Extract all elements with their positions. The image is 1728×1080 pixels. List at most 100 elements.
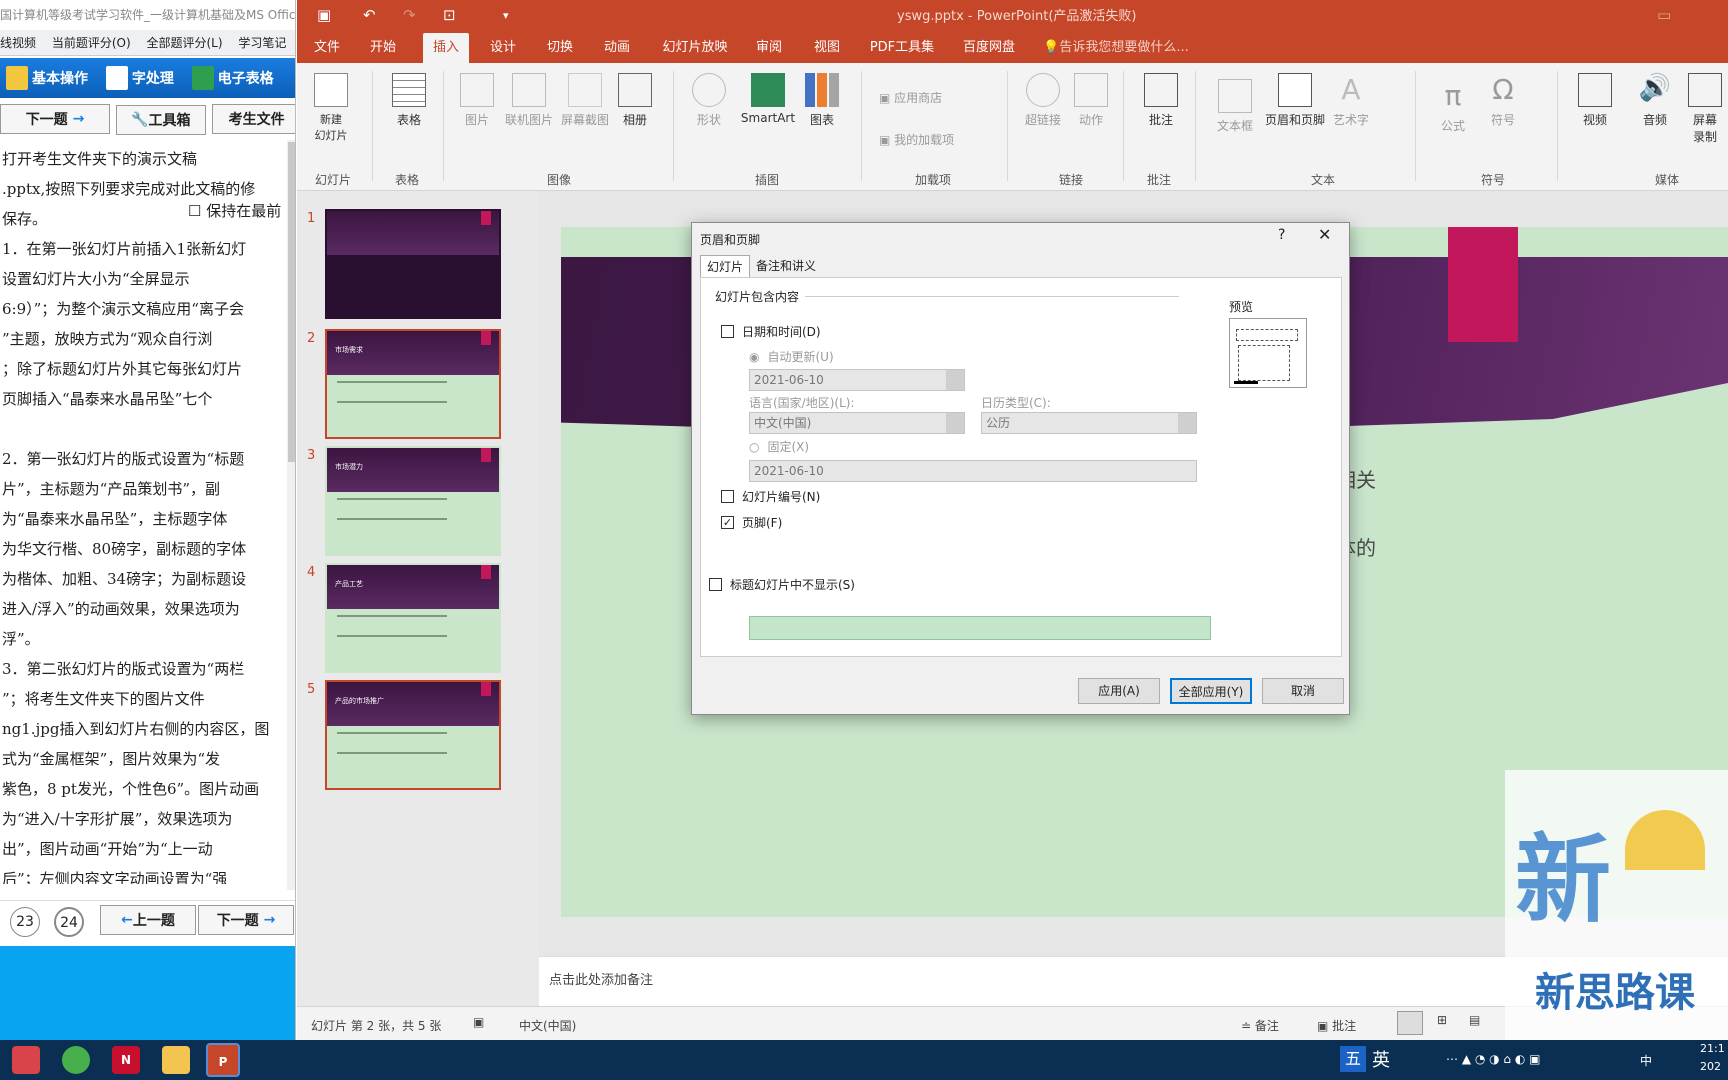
- sorter-view-icon[interactable]: ⊞: [1437, 1013, 1447, 1027]
- slide-thumbnail[interactable]: [325, 209, 501, 319]
- fixed-date-input[interactable]: 2021-06-10: [749, 460, 1197, 482]
- language-status[interactable]: 中文(中国): [519, 1017, 576, 1034]
- ime-english[interactable]: 英: [1372, 1046, 1390, 1072]
- store-button[interactable]: ▣ 应用商店: [879, 89, 969, 106]
- tell-me-search[interactable]: 💡告诉我您想要做什么...: [1041, 33, 1191, 63]
- tab-home[interactable]: 开始: [363, 33, 403, 63]
- textbox-button[interactable]: 文本框: [1213, 79, 1257, 134]
- close-icon[interactable]: ✕: [1318, 225, 1331, 244]
- question-scrollbar[interactable]: [287, 140, 295, 890]
- menu-video[interactable]: 线视频: [0, 36, 36, 50]
- prev-question-button[interactable]: ← 上一题: [100, 905, 196, 935]
- toolbox-button[interactable]: 🔧 工具箱: [115, 105, 206, 135]
- equation-button[interactable]: π 公式: [1433, 79, 1473, 134]
- auto-date-select[interactable]: 2021-06-10: [749, 369, 965, 391]
- ime-wubi[interactable]: 五: [1340, 1046, 1366, 1072]
- tab-transitions[interactable]: 切换: [540, 33, 580, 63]
- shapes-button[interactable]: 形状: [689, 73, 729, 128]
- help-icon[interactable]: ?: [1278, 227, 1285, 243]
- tab-insert[interactable]: 插入: [423, 33, 469, 63]
- new-slide-button[interactable]: 新建 幻灯片: [309, 73, 353, 143]
- datetime-checkbox[interactable]: 日期和时间(D): [721, 323, 821, 340]
- redo-icon[interactable]: ↷: [403, 6, 416, 24]
- fixed-radio[interactable]: ○ 固定(X): [749, 438, 809, 455]
- slide-number-checkbox[interactable]: 幻灯片编号(N): [721, 488, 820, 505]
- action-button[interactable]: 动作: [1071, 73, 1111, 128]
- tab-file[interactable]: 文件: [307, 33, 347, 63]
- scroll-thumb[interactable]: [288, 142, 295, 462]
- symbol-button[interactable]: Ω 符号: [1483, 73, 1523, 128]
- clock[interactable]: 21:1: [1700, 1042, 1725, 1055]
- screenshot-button[interactable]: 屏幕截图: [559, 73, 611, 128]
- ribbon-display-icon[interactable]: ▭: [1657, 6, 1671, 24]
- window-title: yswg.pptx - PowerPoint(产品激活失败): [897, 9, 1137, 24]
- footer-text-input[interactable]: [749, 616, 1211, 640]
- chart-button[interactable]: 图表: [802, 73, 842, 128]
- tab-excel[interactable]: 电子表格: [191, 58, 274, 98]
- apply-button[interactable]: 应用(A): [1078, 678, 1160, 704]
- present-icon[interactable]: ⊡: [443, 6, 456, 24]
- page-23[interactable]: 23: [10, 907, 40, 937]
- footer-checkbox[interactable]: ✓ 页脚(F): [721, 514, 782, 531]
- menu-score-current[interactable]: 当前题评分(O): [52, 36, 131, 50]
- folder-icon[interactable]: [162, 1046, 190, 1074]
- picture-button[interactable]: 图片: [457, 73, 497, 128]
- tab-word[interactable]: 字处理: [105, 58, 174, 98]
- browser-icon[interactable]: [62, 1046, 90, 1074]
- app-icon-red[interactable]: [12, 1046, 40, 1074]
- hide-title-checkbox[interactable]: 标题幻灯片中不显示(S): [709, 576, 855, 593]
- cancel-button[interactable]: 取消: [1262, 678, 1344, 704]
- tab-design[interactable]: 设计: [483, 33, 523, 63]
- normal-view-icon[interactable]: [1397, 1011, 1423, 1035]
- hyperlink-button[interactable]: 超链接: [1023, 73, 1063, 128]
- slide-thumbnail[interactable]: 产品的市场推广: [325, 680, 501, 790]
- tab-notes-handouts[interactable]: 备注和讲义: [750, 255, 822, 277]
- slide-thumbnail[interactable]: 产品工艺: [325, 563, 501, 673]
- tab-baidu[interactable]: 百度网盘: [961, 33, 1017, 63]
- page-24[interactable]: 24: [54, 907, 84, 937]
- menu-notes[interactable]: 学习笔记: [238, 36, 286, 50]
- audio-button[interactable]: 🔊 音频: [1635, 73, 1675, 128]
- tab-animations[interactable]: 动画: [597, 33, 637, 63]
- language-select[interactable]: 中文(中国): [749, 412, 965, 434]
- notes-toggle[interactable]: ≐ 备注: [1241, 1017, 1279, 1034]
- slide-thumbnail[interactable]: 市场需求: [325, 329, 501, 439]
- comment-button[interactable]: 批注: [1141, 73, 1181, 128]
- tab-slideshow[interactable]: 幻灯片放映: [662, 33, 728, 63]
- header-footer-button[interactable]: 页眉和页脚: [1263, 73, 1327, 128]
- wordart-button[interactable]: A 艺术字: [1331, 73, 1371, 128]
- tray-icons[interactable]: ⋯ ▲ ◔ ◑ ⌂ ◐ ▣: [1446, 1052, 1540, 1066]
- slide-thumbnail[interactable]: 市场潜力: [325, 446, 501, 556]
- calendar-select[interactable]: 公历: [981, 412, 1197, 434]
- customize-icon[interactable]: ▾: [503, 9, 509, 22]
- save-icon[interactable]: ▣: [317, 6, 331, 24]
- screen-record-button[interactable]: 屏幕 录制: [1685, 73, 1725, 145]
- video-button[interactable]: 视频: [1575, 73, 1615, 128]
- tab-review[interactable]: 审阅: [749, 33, 789, 63]
- album-button[interactable]: 相册: [615, 73, 655, 128]
- tab-view[interactable]: 视图: [807, 33, 847, 63]
- next-question-button[interactable]: 下一题 →: [0, 104, 110, 134]
- smartart-button[interactable]: SmartArt: [737, 73, 799, 125]
- auto-update-radio[interactable]: ◉ 自动更新(U): [749, 348, 834, 365]
- powerpoint-icon[interactable]: P: [206, 1043, 240, 1077]
- spelling-icon[interactable]: ▣: [473, 1015, 484, 1029]
- tab-slide[interactable]: 幻灯片: [700, 255, 751, 277]
- date[interactable]: 202: [1700, 1060, 1721, 1073]
- menu-score-all[interactable]: 全部题评分(L): [146, 36, 222, 50]
- group-illustrations: 插图: [755, 173, 780, 187]
- comments-toggle[interactable]: ▣ 批注: [1317, 1017, 1356, 1034]
- next-question-button-bottom[interactable]: 下一题 →: [198, 905, 294, 935]
- keep-on-top-checkbox[interactable]: ☐ 保持在最前: [188, 200, 282, 221]
- online-picture-button[interactable]: 联机图片: [503, 73, 555, 128]
- apply-all-button[interactable]: 全部应用(Y): [1170, 678, 1252, 704]
- tray-language[interactable]: 中: [1640, 1052, 1652, 1069]
- tab-basic-ops[interactable]: 基本操作: [6, 58, 88, 98]
- my-addins-button[interactable]: ▣ 我的加载项: [879, 131, 979, 148]
- undo-icon[interactable]: ↶: [363, 6, 376, 24]
- netease-icon[interactable]: N: [112, 1046, 140, 1074]
- reading-view-icon[interactable]: ▤: [1469, 1013, 1480, 1027]
- tab-pdf[interactable]: PDF工具集: [869, 33, 935, 63]
- table-button[interactable]: 表格: [389, 73, 429, 128]
- exam-folder-button[interactable]: 考生文件: [211, 104, 295, 134]
